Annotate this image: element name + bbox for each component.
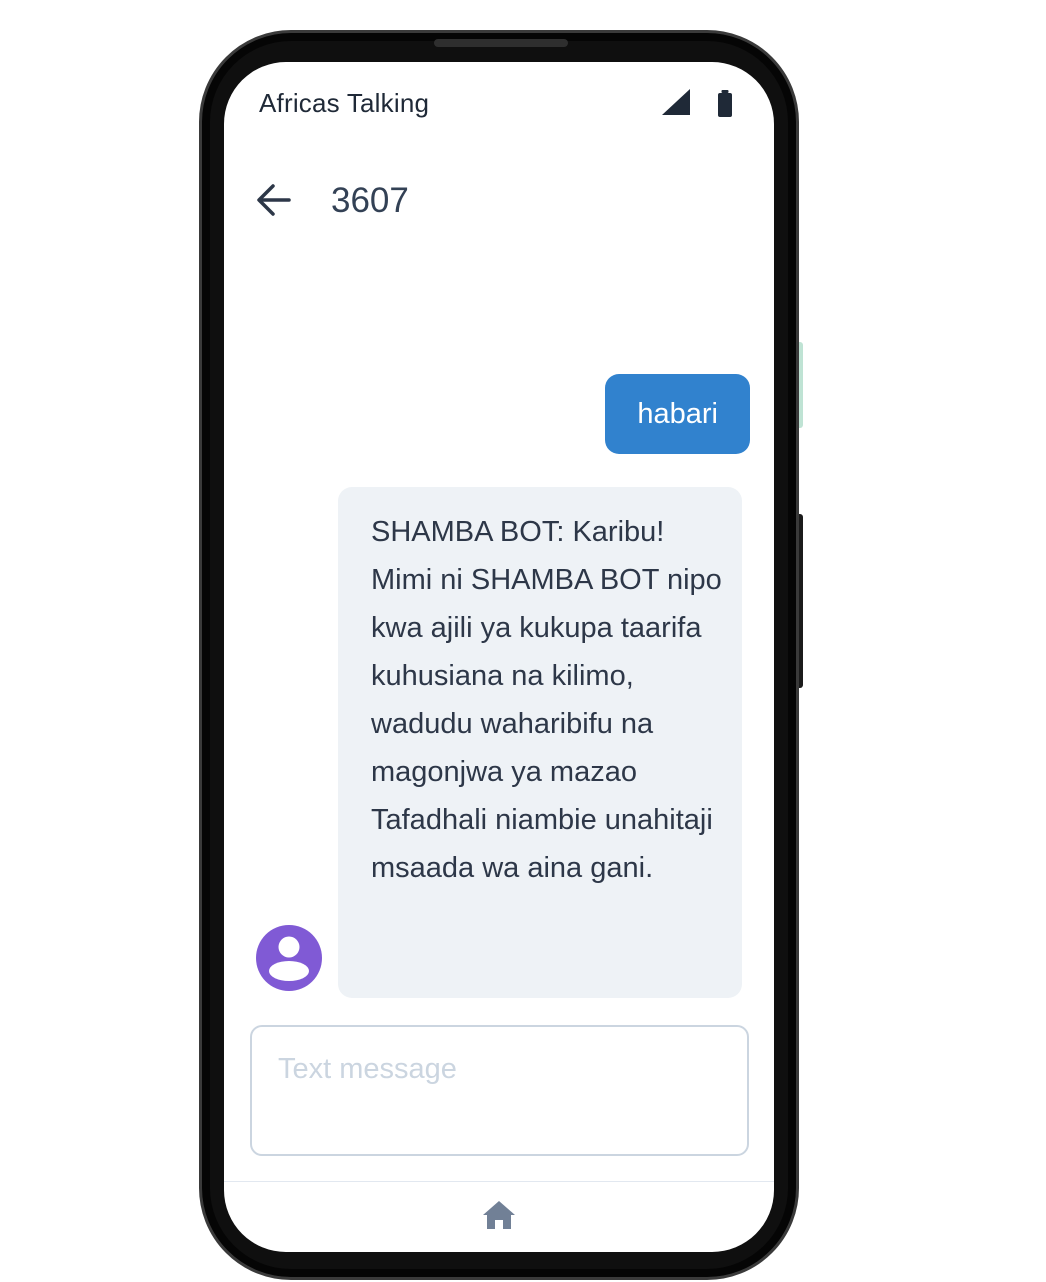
back-button[interactable] (249, 177, 299, 227)
message-outgoing: habari (605, 374, 750, 454)
contact-title: 3607 (331, 181, 409, 220)
carrier-name: Africas Talking (259, 88, 430, 118)
phone-screen: Africas Talking 3607 habari SHAMBA BOT: … (224, 62, 774, 1252)
battery-full-icon (717, 90, 733, 123)
bottom-nav (224, 1181, 774, 1252)
sender-avatar (256, 925, 322, 991)
speaker-grille (434, 39, 568, 47)
stage: Africas Talking 3607 habari SHAMBA BOT: … (0, 0, 1046, 1282)
user-avatar-icon (256, 925, 322, 991)
message-input[interactable] (250, 1025, 749, 1156)
message-incoming: SHAMBA BOT: Karibu! Mimi ni SHAMBA BOT n… (338, 487, 742, 998)
phone-frame: Africas Talking 3607 habari SHAMBA BOT: … (199, 30, 799, 1280)
cellular-signal-icon (662, 89, 690, 120)
arrow-left-icon (256, 183, 292, 222)
home-icon (482, 1200, 516, 1235)
status-bar: Africas Talking (224, 62, 774, 142)
conversation-header: 3607 (224, 167, 774, 237)
home-button[interactable] (479, 1198, 519, 1236)
